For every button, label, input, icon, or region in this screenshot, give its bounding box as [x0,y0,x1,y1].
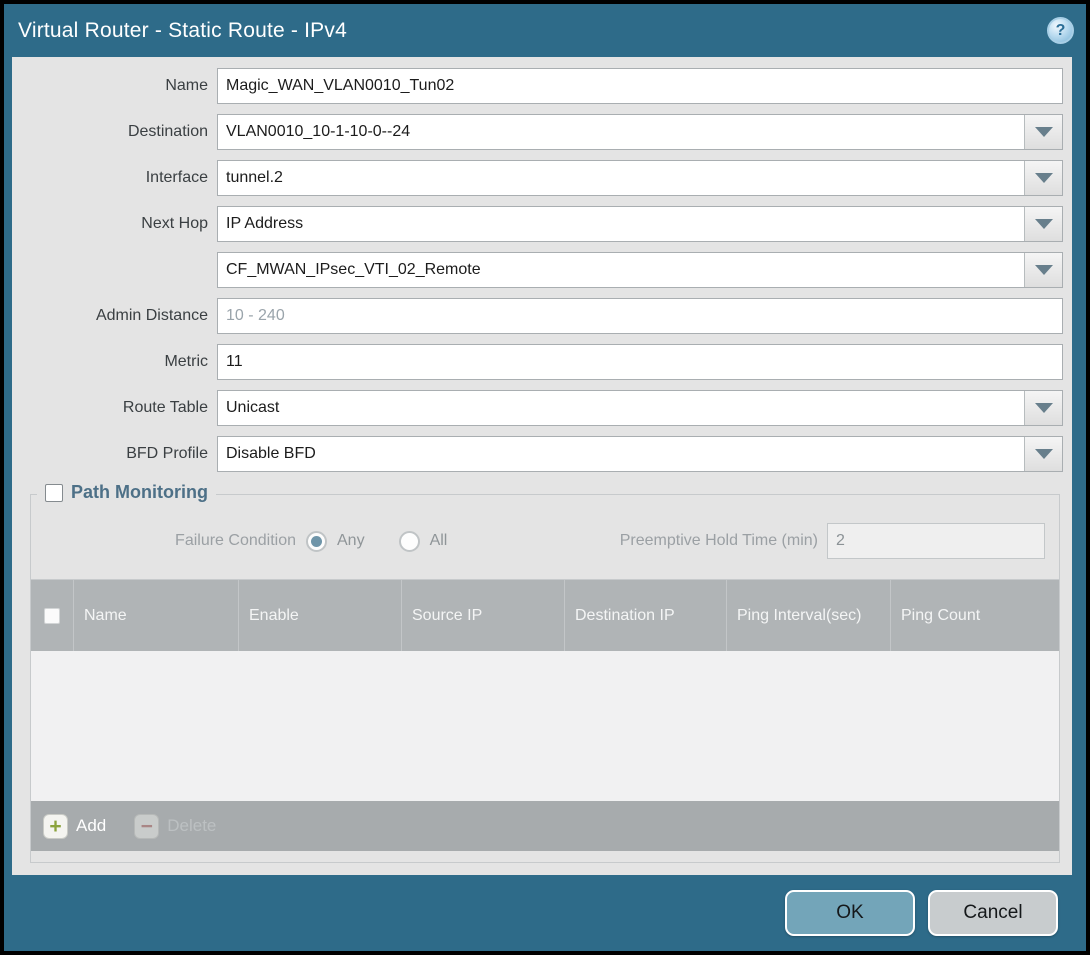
path-monitoring-title: Path Monitoring [71,482,208,503]
metric-input[interactable] [218,345,1062,379]
select-all-checkbox[interactable] [44,608,60,624]
bfd-profile-label: BFD Profile [12,445,217,463]
destination-dropdown-button[interactable] [1024,115,1062,149]
destination-row: Destination VLAN0010_10-1-10-0--24 [12,114,1063,150]
column-header-ping-interval[interactable]: Ping Interval(sec) [726,580,890,651]
cancel-button[interactable]: Cancel [928,890,1058,936]
chevron-down-icon [1035,449,1053,459]
delete-button[interactable]: − Delete [134,814,216,839]
bfd-profile-combo[interactable]: Disable BFD [217,436,1063,472]
column-header-name[interactable]: Name [73,580,238,651]
table-header-row: Name Enable Source IP Destination IP Pin… [31,580,1059,651]
next-hop-address-value: CF_MWAN_IPsec_VTI_02_Remote [218,253,1024,287]
interface-value: tunnel.2 [218,161,1024,195]
chevron-down-icon [1035,403,1053,413]
preemptive-hold-time-group: Preemptive Hold Time (min) [620,523,1045,559]
preemptive-hold-time-label: Preemptive Hold Time (min) [620,532,827,550]
route-table-dropdown-button[interactable] [1024,391,1062,425]
column-header-enable[interactable]: Enable [238,580,401,651]
chevron-down-icon [1035,219,1053,229]
next-hop-label: Next Hop [12,215,217,233]
bfd-profile-value: Disable BFD [218,437,1024,471]
admin-distance-input[interactable] [218,299,1062,333]
metric-label: Metric [12,353,217,371]
path-monitoring-group: Path Monitoring Failure Condition Any Al… [30,494,1060,863]
next-hop-combo[interactable]: IP Address [217,206,1063,242]
failure-condition-all-option[interactable]: All [399,531,448,552]
radio-any-label: Any [337,532,365,550]
bfd-profile-dropdown-button[interactable] [1024,437,1062,471]
name-row: Name [12,68,1063,104]
failure-condition-any-option[interactable]: Any [306,531,365,552]
bfd-profile-row: BFD Profile Disable BFD [12,436,1063,472]
dialog-title: Virtual Router - Static Route - IPv4 [18,19,347,43]
name-field-wrap [217,68,1063,104]
radio-any-icon[interactable] [306,531,327,552]
help-icon[interactable]: ? [1047,17,1074,44]
admin-distance-label: Admin Distance [12,307,217,325]
destination-label: Destination [12,123,217,141]
add-button-label: Add [76,816,106,836]
path-monitoring-table: Name Enable Source IP Destination IP Pin… [31,579,1059,851]
radio-all-icon[interactable] [399,531,420,552]
interface-label: Interface [12,169,217,187]
admin-distance-field-wrap [217,298,1063,334]
preemptive-hold-time-input [828,524,1051,558]
preemptive-hold-time-field-wrap [827,523,1045,559]
static-route-dialog: Virtual Router - Static Route - IPv4 ? N… [4,4,1086,951]
failure-condition-label: Failure Condition [31,532,306,550]
metric-row: Metric [12,344,1063,380]
route-table-combo[interactable]: Unicast [217,390,1063,426]
next-hop-value: IP Address [218,207,1024,241]
dialog-footer: OK Cancel [4,875,1086,951]
column-header-destination-ip[interactable]: Destination IP [564,580,726,651]
metric-field-wrap [217,344,1063,380]
select-all-cell [31,580,73,651]
path-monitoring-checkbox[interactable] [45,484,63,502]
dialog-content: Name Destination VLAN0010_10-1-10-0--24 … [12,57,1072,875]
column-header-ping-count[interactable]: Ping Count [890,580,1059,651]
chevron-down-icon [1035,127,1053,137]
name-input[interactable] [218,69,1062,103]
add-button[interactable]: + Add [43,814,106,839]
chevron-down-icon [1035,265,1053,275]
chevron-down-icon [1035,173,1053,183]
table-toolbar: + Add − Delete [31,801,1059,851]
interface-dropdown-button[interactable] [1024,161,1062,195]
destination-combo[interactable]: VLAN0010_10-1-10-0--24 [217,114,1063,150]
interface-combo[interactable]: tunnel.2 [217,160,1063,196]
destination-value: VLAN0010_10-1-10-0--24 [218,115,1024,149]
route-table-label: Route Table [12,399,217,417]
next-hop-row: Next Hop IP Address [12,206,1063,242]
dialog-titlebar: Virtual Router - Static Route - IPv4 ? [4,4,1086,57]
minus-icon: − [134,814,159,839]
plus-icon: + [43,814,68,839]
delete-button-label: Delete [167,816,216,836]
admin-distance-row: Admin Distance [12,298,1063,334]
radio-all-label: All [430,532,448,550]
next-hop-address-dropdown-button[interactable] [1024,253,1062,287]
ok-button[interactable]: OK [785,890,915,936]
column-header-source-ip[interactable]: Source IP [401,580,564,651]
interface-row: Interface tunnel.2 [12,160,1063,196]
route-table-value: Unicast [218,391,1024,425]
next-hop-address-combo[interactable]: CF_MWAN_IPsec_VTI_02_Remote [217,252,1063,288]
next-hop-dropdown-button[interactable] [1024,207,1062,241]
failure-condition-row: Failure Condition Any All Preemptive Hol… [31,523,1045,559]
name-label: Name [12,77,217,95]
next-hop-address-row: CF_MWAN_IPsec_VTI_02_Remote [12,252,1063,288]
path-monitoring-legend: Path Monitoring [37,482,216,503]
route-table-row: Route Table Unicast [12,390,1063,426]
table-body-empty [31,651,1059,801]
